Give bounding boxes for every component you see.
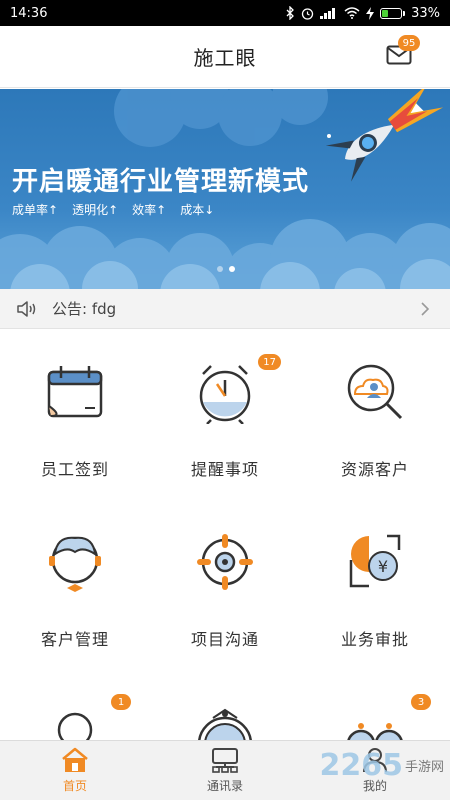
app-header: 施工眼 95: [0, 26, 450, 88]
alarm-icon: [301, 7, 314, 20]
banner-tag: 效率↑: [132, 203, 167, 217]
svg-text:¥: ¥: [378, 557, 388, 576]
rocket-illustration: [325, 89, 444, 182]
function-grid: 员工签到 17 提醒事项 资源客户 客户管理 项目沟通 ¥ 业务审批 1 3: [0, 330, 450, 740]
battery-icon: [380, 7, 406, 19]
grid-item-clock[interactable]: [150, 670, 300, 740]
wifi-icon: [344, 7, 360, 19]
signal-icon: [320, 8, 336, 19]
charging-icon: [366, 6, 375, 20]
page-title: 施工眼: [193, 46, 257, 70]
approval-yen-icon: ¥: [349, 534, 401, 588]
grid-item-checkin[interactable]: 员工签到: [0, 330, 150, 500]
grid-item-label: 业务审批: [340, 630, 409, 649]
tab-contacts[interactable]: 通讯录: [150, 741, 300, 800]
grid-item-customer-management[interactable]: 客户管理: [0, 500, 150, 670]
home-icon: [62, 747, 88, 772]
tab-label: 首页: [62, 779, 87, 793]
watermark-number: 2265: [319, 748, 403, 783]
customer-avatar-icon: [49, 536, 101, 592]
calendar-icon: [47, 366, 103, 418]
clock-icon: [198, 708, 252, 740]
site-watermark: 2265 手游网: [319, 748, 444, 783]
banner-tag: 成单率↑: [12, 203, 59, 217]
chevron-right-icon[interactable]: [420, 301, 430, 317]
grid-item-business-approval[interactable]: ¥ 业务审批: [300, 500, 450, 670]
grid-item-project-communication[interactable]: 项目沟通: [150, 500, 300, 670]
pagination-dot-active[interactable]: [229, 266, 235, 272]
grid-item-label: 员工签到: [40, 460, 109, 479]
banner-headline: 开启暖通行业管理新模式: [12, 167, 310, 197]
banner-tag: 透明化↑: [72, 203, 119, 217]
announcement-bar[interactable]: 公告: fdg: [0, 289, 450, 329]
pagination-dot[interactable]: [217, 266, 223, 272]
banner-pagination: [217, 266, 235, 272]
search-customer-icon: [347, 364, 403, 420]
target-icon: [197, 534, 253, 590]
grid-item-person[interactable]: 1: [0, 670, 150, 740]
banner-tags: 成单率↑ 透明化↑ 效率↑ 成本↓: [12, 201, 214, 218]
grid-item-label: 项目沟通: [190, 630, 259, 649]
grid-item-glasses[interactable]: 3: [300, 670, 450, 740]
announcement-text: 公告: fdg: [52, 300, 117, 318]
person-badge: 1: [111, 694, 131, 710]
glasses-icon: [347, 723, 403, 740]
watermark-text: 手游网: [404, 760, 444, 775]
grid-item-label: 提醒事项: [190, 460, 259, 479]
bluetooth-icon: [286, 6, 295, 20]
reminders-badge: 17: [258, 354, 281, 370]
battery-percent: 33%: [411, 5, 440, 21]
tab-home[interactable]: 首页: [0, 741, 150, 800]
glasses-badge: 3: [411, 694, 431, 710]
alarm-clock-icon: [199, 365, 251, 425]
grid-item-label: 资源客户: [340, 460, 409, 479]
promo-banner[interactable]: 开启暖通行业管理新模式 成单率↑ 透明化↑ 效率↑ 成本↓: [0, 89, 450, 289]
person-icon: [57, 712, 93, 740]
status-time: 14:36: [10, 5, 48, 21]
grid-item-resource-customers[interactable]: 资源客户: [300, 330, 450, 500]
status-bar: 14:36 33%: [0, 0, 450, 26]
grid-item-label: 客户管理: [40, 630, 109, 649]
mail-badge: 95: [398, 35, 420, 51]
status-icons: 33%: [285, 6, 440, 21]
tab-label: 通讯录: [206, 779, 243, 793]
grid-item-reminders[interactable]: 17 提醒事项: [150, 330, 300, 500]
banner-tag: 成本↓: [180, 203, 215, 217]
speaker-icon: [17, 300, 36, 317]
contacts-icon: [212, 748, 238, 773]
